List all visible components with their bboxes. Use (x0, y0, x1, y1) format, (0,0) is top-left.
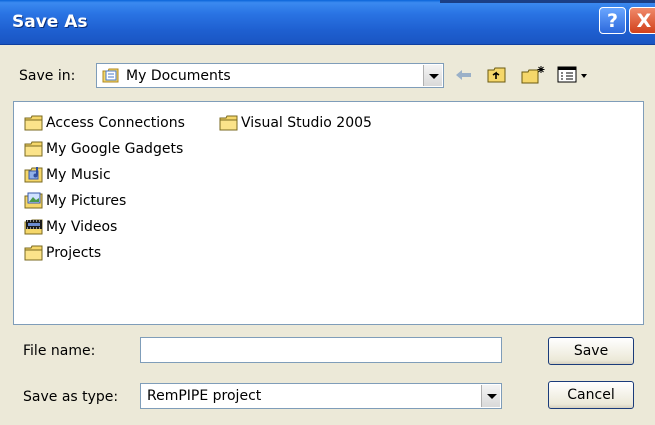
file-item-label: My Google Gadgets (46, 141, 184, 157)
view-menu-icon[interactable] (556, 64, 592, 86)
file-item-label: My Videos (46, 219, 118, 235)
folder-icon (24, 245, 43, 261)
save-in-label: Save in: (19, 68, 76, 84)
file-item-projects[interactable]: Projects (24, 243, 101, 263)
help-button[interactable]: ? (599, 7, 626, 34)
file-list[interactable]: Access Connections Visual Studio 2005 My… (13, 101, 644, 325)
file-name-label: File name: (23, 343, 96, 359)
file-item-label: Projects (46, 245, 102, 261)
close-button[interactable]: X (629, 7, 655, 34)
videos-folder-icon (24, 219, 43, 235)
file-item-my-google-gadgets[interactable]: My Google Gadgets (24, 139, 183, 159)
title-bar-edge (440, 0, 655, 3)
save-button[interactable]: Save (548, 337, 634, 365)
file-item-my-music[interactable]: My Music (24, 165, 111, 185)
save-in-combo[interactable]: My Documents (96, 63, 444, 88)
save-as-type-combo[interactable]: RemPIPE project (140, 383, 502, 409)
save-as-type-label: Save as type: (23, 389, 119, 405)
folder-icon (219, 115, 238, 131)
my-documents-icon (102, 68, 119, 83)
save-in-dropdown-button[interactable] (423, 65, 442, 86)
up-folder-icon[interactable] (485, 64, 509, 86)
file-item-my-videos[interactable]: My Videos (24, 217, 117, 237)
music-folder-icon (24, 167, 43, 183)
cancel-button[interactable]: Cancel (548, 381, 634, 409)
title-bar[interactable]: Save As ? X (0, 0, 655, 45)
file-item-access-connections[interactable]: Access Connections (24, 113, 185, 133)
window-title: Save As (12, 12, 88, 32)
new-folder-icon[interactable] (519, 64, 547, 86)
back-arrow-icon[interactable] (453, 64, 475, 86)
file-item-label: Visual Studio 2005 (241, 115, 372, 131)
pictures-folder-icon (24, 192, 43, 209)
file-item-label: Access Connections (46, 115, 185, 131)
file-name-input[interactable] (140, 337, 502, 363)
file-item-label: My Pictures (46, 193, 127, 209)
file-item-my-pictures[interactable]: My Pictures (24, 191, 126, 211)
file-item-visual-studio-2005[interactable]: Visual Studio 2005 (219, 113, 372, 133)
save-as-type-value: RemPIPE project (147, 388, 262, 404)
file-item-label: My Music (46, 167, 111, 183)
folder-icon (24, 141, 43, 157)
folder-icon (24, 115, 43, 131)
save-in-value: My Documents (126, 68, 231, 84)
save-as-type-dropdown-button[interactable] (481, 385, 500, 407)
